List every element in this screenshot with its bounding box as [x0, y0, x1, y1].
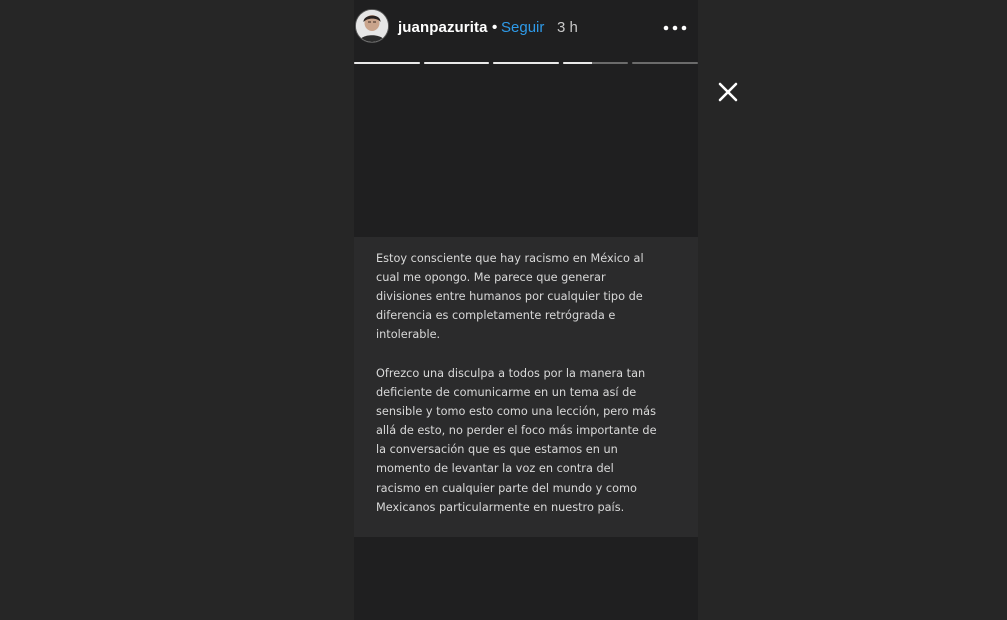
progress-segment-fill: [423, 62, 490, 64]
story-paragraph: Ofrezco una disculpa a todos por la mane…: [376, 367, 657, 514]
progress-segment: [423, 62, 490, 64]
more-options-icon[interactable]: [661, 18, 689, 38]
story-header: juanpazurita • Seguir 3 h: [354, 8, 698, 48]
avatar[interactable]: [355, 9, 389, 43]
close-icon[interactable]: [716, 80, 740, 104]
timestamp: 3 h: [557, 19, 578, 36]
follow-button[interactable]: Seguir: [501, 19, 544, 36]
progress-segment-fill: [354, 62, 420, 64]
story-paragraph: Estoy consciente que hay racismo en Méxi…: [376, 252, 644, 342]
progress-segment: [493, 62, 559, 64]
avatar-image: [356, 10, 388, 42]
username[interactable]: juanpazurita: [398, 19, 488, 36]
separator-dot: •: [492, 19, 498, 36]
progress-segment: [354, 62, 420, 64]
story-text-card: Estoy consciente que hay racismo en Méxi…: [354, 237, 698, 537]
progress-segment-fill: [493, 62, 559, 64]
story-progress-bar: [354, 62, 698, 65]
progress-segment-fill: [562, 62, 593, 64]
progress-segment: [632, 62, 698, 64]
story-viewer: juanpazurita • Seguir 3 h Estoy conscien…: [0, 0, 1007, 620]
progress-segment: [562, 62, 629, 64]
